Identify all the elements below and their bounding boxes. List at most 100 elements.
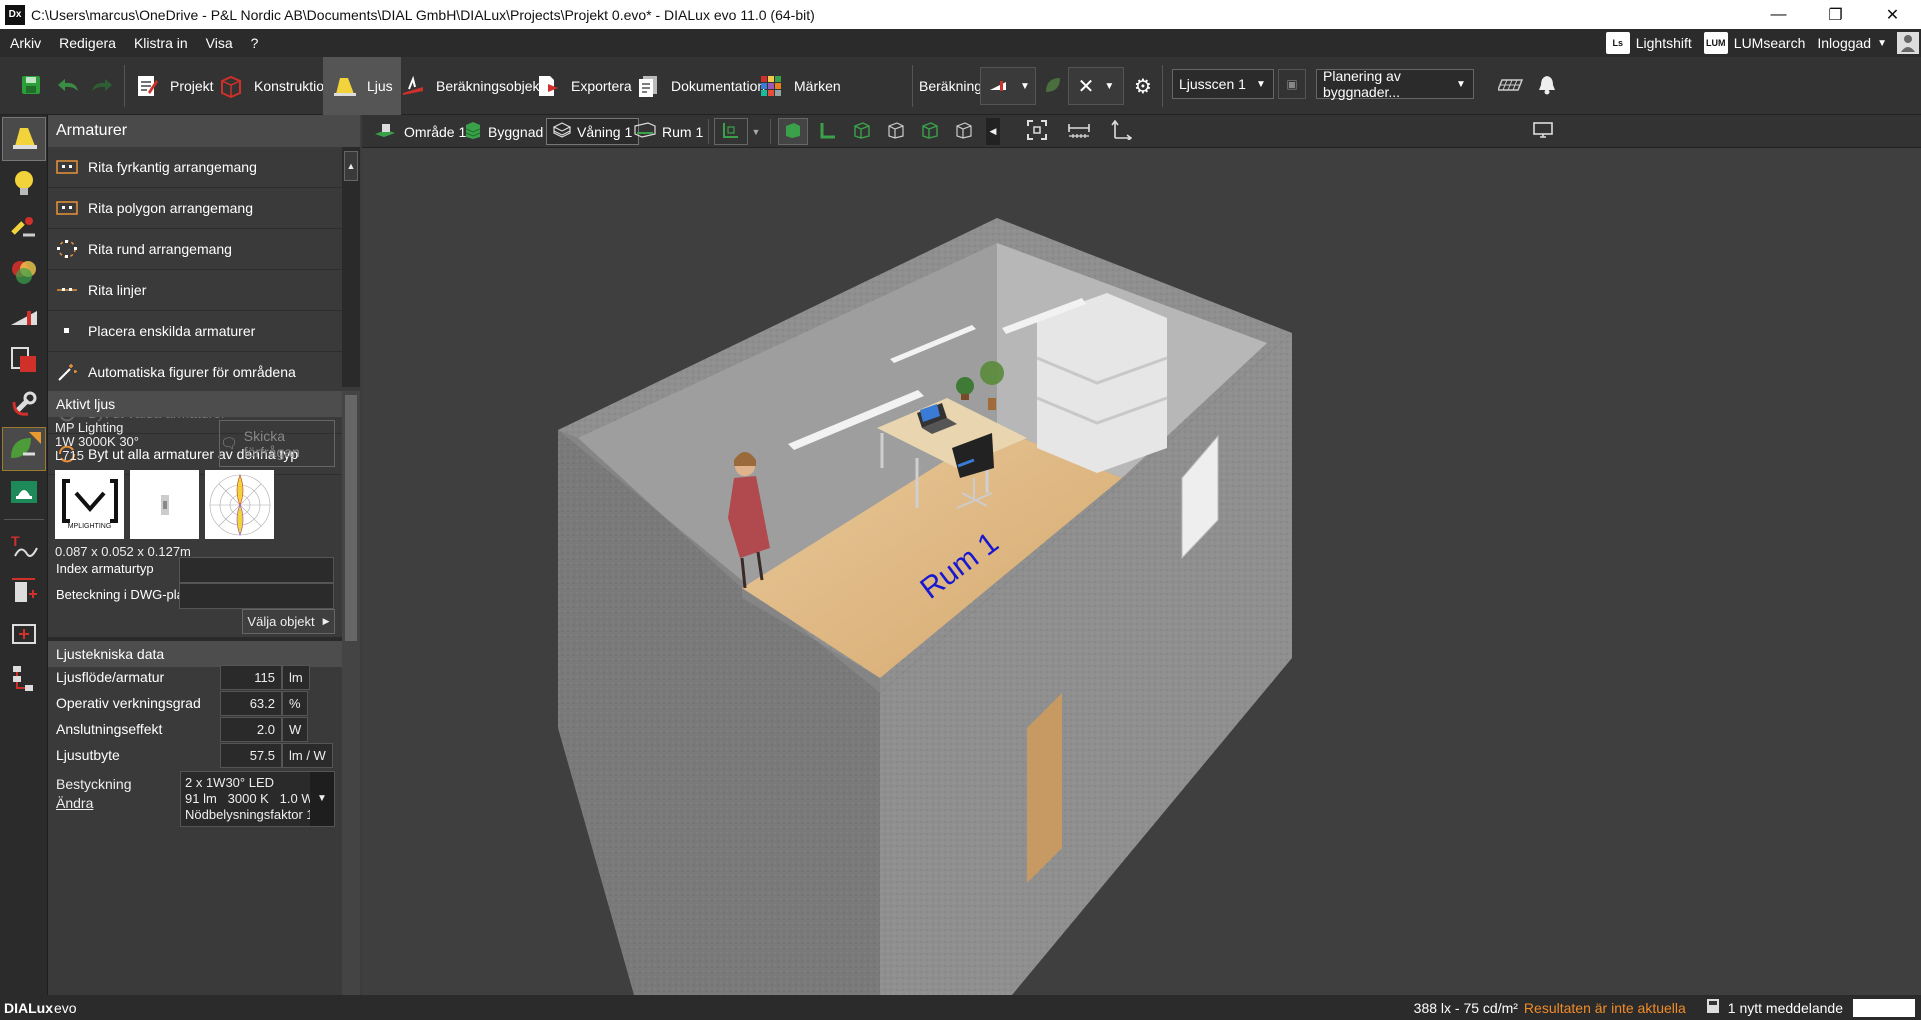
breadcrumb-area[interactable]: Område 1 [368, 118, 472, 145]
chevron-down-icon[interactable]: ▼ [1020, 81, 1030, 92]
close-icon[interactable]: ✕ [1864, 0, 1921, 29]
insert-object-icon [9, 576, 39, 607]
tab-berakningsobjekt[interactable]: Beräkningsobjekt [400, 67, 551, 105]
breadcrumb-room[interactable]: Rum 1 [628, 118, 709, 145]
menu-klistra-in[interactable]: Klistra in [126, 35, 196, 51]
view-box1-button[interactable] [847, 118, 877, 145]
index-input[interactable] [179, 557, 334, 583]
construction-icon [218, 73, 244, 99]
light-scene-select[interactable]: Ljusscen 1 ▼ [1172, 69, 1274, 99]
cube-side-icon [955, 121, 973, 142]
cube-front-icon [921, 121, 939, 142]
view-box3-button[interactable] [915, 118, 945, 145]
menu-visa[interactable]: Visa [198, 35, 241, 51]
tab-ljus[interactable]: Ljus [323, 57, 401, 115]
dimming-mode-button[interactable] [2, 295, 46, 339]
view-box4-button[interactable] [949, 118, 979, 145]
list-item[interactable]: Placera enskilda armaturer [48, 311, 342, 352]
collapse-toolbar-button[interactable]: ◀ [986, 118, 1000, 145]
product-image[interactable] [130, 470, 199, 539]
scene-edit-button[interactable]: ▣ [1278, 69, 1306, 99]
save-button[interactable] [20, 67, 42, 105]
view-solid-button[interactable] [778, 118, 808, 145]
room-3d-scene[interactable]: Rum 1 [362, 148, 1921, 995]
account-menu[interactable]: Inloggad ▼ [1817, 32, 1921, 54]
sustainability-mode-button[interactable] [2, 427, 46, 471]
tab-konstruktion[interactable]: Konstruktion [218, 67, 340, 105]
chevron-down-icon[interactable]: ▼ [310, 772, 334, 826]
list-scrollbar[interactable]: ▲ [342, 147, 360, 387]
planning-select[interactable]: Planering av byggnader... ▼ [1316, 68, 1474, 100]
tools-mode-button[interactable] [2, 383, 46, 427]
measure-button[interactable] [1064, 118, 1094, 145]
undo-button[interactable] [56, 67, 80, 105]
hierarchy-button[interactable] [2, 657, 46, 701]
view-box2-button[interactable] [881, 118, 911, 145]
data-value: 2.0 [220, 717, 282, 742]
equipment-box[interactable]: 2 x 1W30° LED 91 lm 3000 K 1.0 W Nödbely… [180, 771, 335, 827]
floor-plan-view-button[interactable] [714, 118, 748, 145]
minimize-icon[interactable]: — [1750, 0, 1807, 29]
list-item[interactable]: Rita rund arrangemang [48, 229, 342, 270]
list-item-label: Placera enskilda armaturer [88, 323, 256, 339]
tab-projekt[interactable]: Projekt [134, 67, 222, 105]
lightshift-button[interactable]: Ls Lightshift [1605, 32, 1692, 54]
menu-redigera[interactable]: Redigera [51, 35, 124, 51]
chevron-down-icon[interactable]: ▼ [1104, 81, 1114, 92]
send-request-button[interactable]: 🗨 Skicka förfrågan [219, 420, 335, 467]
lumsearch-button[interactable]: LUM LUMsearch [1703, 32, 1805, 54]
emergency-mode-button[interactable] [2, 471, 46, 515]
restore-icon[interactable]: ❐ [1807, 0, 1864, 29]
tab-exportera[interactable]: Exportera [535, 67, 640, 105]
menu-arkiv[interactable]: Arkiv [2, 35, 49, 51]
equipment-label: Bestyckning [56, 776, 132, 792]
3d-viewport[interactable]: Område 1 Byggnad 1 Våning 1 Rum 1 ▼ ◀ Ru… [362, 115, 1921, 995]
avatar[interactable] [1897, 32, 1919, 54]
list-item[interactable]: Rita polygon arrangemang [48, 188, 342, 229]
list-item-label: Rita linjer [88, 282, 147, 298]
colour-mode-button[interactable] [2, 251, 46, 295]
energy-leaf-button[interactable] [1040, 67, 1066, 105]
room-icon [634, 122, 656, 141]
list-item[interactable]: Automatiska figurer för områdena [48, 352, 342, 393]
notifications-button[interactable] [1532, 67, 1562, 105]
tab-marken[interactable]: Märken [758, 67, 849, 105]
solar-panel-button[interactable] [1494, 67, 1528, 105]
selection-frame-button[interactable] [2, 613, 46, 657]
settings-button[interactable]: ⚙ [1128, 67, 1158, 105]
luminaire-icon [331, 73, 357, 99]
calculation-button[interactable]: ▼ [980, 67, 1036, 105]
dwg-input[interactable] [179, 583, 334, 609]
data-unit: W [282, 717, 309, 742]
screen-mode-button[interactable] [1528, 118, 1558, 145]
view-walls-button[interactable] [813, 118, 843, 145]
chevron-down-icon[interactable]: ▼ [748, 118, 764, 145]
insert-object-button[interactable] [2, 569, 46, 613]
list-item-label: Rita fyrkantig arrangemang [88, 159, 257, 175]
menu-help[interactable]: ? [243, 35, 267, 51]
results-warning[interactable]: Resultaten är inte aktuella [1524, 1000, 1686, 1016]
lamp-mode-button[interactable] [2, 163, 46, 207]
zoom-extents-button[interactable] [1022, 118, 1052, 145]
lightshift-icon: Ls [1605, 32, 1630, 54]
messages-count[interactable]: 1 nytt meddelande [1728, 1000, 1843, 1016]
cancel-calculation-button[interactable]: ✕ ▼ [1068, 67, 1124, 105]
luminaires-mode-button[interactable] [2, 117, 46, 161]
export-icon [535, 73, 561, 99]
shelf-unit [1037, 293, 1167, 473]
list-item[interactable]: Rita fyrkantig arrangemang [48, 147, 342, 188]
redo-button[interactable] [90, 67, 114, 105]
light-distribution-curve[interactable] [205, 470, 274, 539]
tab-dokumentation[interactable]: Dokumentation [635, 67, 773, 105]
scroll-up-icon[interactable]: ▲ [344, 151, 358, 181]
groups-mode-button[interactable] [2, 339, 46, 383]
round-arrangement-icon [54, 239, 80, 259]
text-annotation-button[interactable]: T [2, 525, 46, 569]
select-object-button[interactable]: Välja objekt ▶ [242, 609, 335, 634]
photometric-scrollbar[interactable] [342, 641, 360, 995]
light-sources-mode-button[interactable] [2, 207, 46, 251]
change-equipment-link[interactable]: Ändra [56, 795, 93, 811]
breadcrumb-floor[interactable]: Våning 1 [546, 118, 640, 145]
list-item[interactable]: Rita linjer [48, 270, 342, 311]
coordinate-button[interactable] [1106, 118, 1136, 145]
